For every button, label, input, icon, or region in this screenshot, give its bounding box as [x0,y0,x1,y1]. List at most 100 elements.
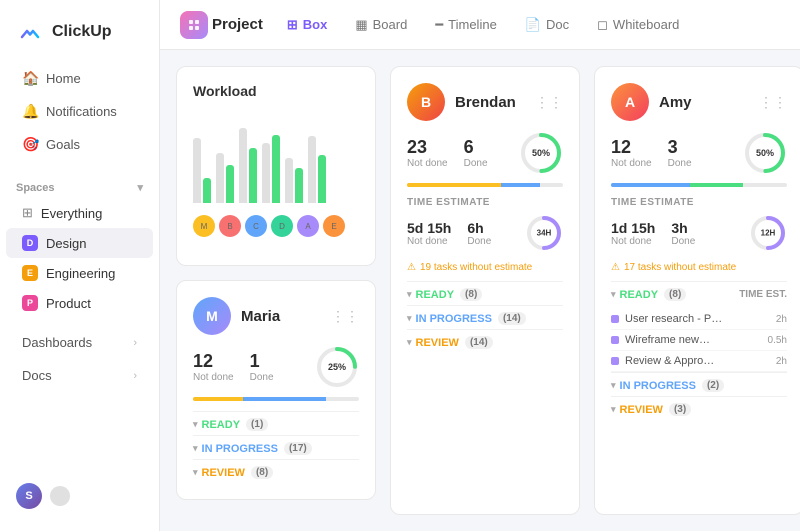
time-ring-label: 34H [537,229,552,238]
tab-box[interactable]: ⊞ Box [275,11,339,39]
ready-count: (1) [246,418,268,431]
content-area: Workload [160,50,800,531]
expand-icon[interactable]: ⋮⋮ [331,308,359,325]
maria-review-section[interactable]: ▾ REVIEW (8) [193,459,359,483]
sidebar-item-label: Notifications [46,104,117,119]
bar-group-3 [239,128,257,203]
sidebar-item-everything[interactable]: ⊞ Everything [6,198,153,228]
bottom-nav: Dashboards › Docs › [0,326,159,392]
review-count: (3) [669,403,691,416]
spaces-header: Spaces ▾ [0,171,159,198]
everything-label: Everything [41,206,102,221]
warning-icon: ⚠ [611,262,620,273]
goals-icon: 🎯 [22,136,38,153]
project-title: Project [212,16,263,33]
sidebar-item-design[interactable]: D Design [6,228,153,258]
avatar: B [219,215,241,237]
brendan-progress-bar [407,183,563,187]
not-done-label: Not done [611,158,652,169]
ready-label: READY [620,289,659,301]
maria-inprogress-section[interactable]: ▾ IN PROGRESS (17) [193,435,359,459]
expand-icon[interactable]: ⋮⋮ [759,94,787,111]
sidebar-item-product[interactable]: P Product [6,288,153,318]
bar-group-2 [216,153,234,203]
inprogress-count: (14) [498,312,526,325]
sidebar-item-home[interactable]: 🏠 Home [6,62,153,95]
bar-gray [239,128,247,203]
maria-progress-ring: 25% [315,345,359,389]
amy-review-section[interactable]: ▾ REVIEW (3) [611,396,787,420]
bar-green [272,135,280,203]
not-done-stat: 12 Not done [611,137,652,169]
maria-ready-section[interactable]: ▾ READY (1) [193,411,359,435]
amy-header: A Amy ⋮⋮ [611,83,787,121]
ring-percent: 50% [532,148,550,158]
done-label: Done [668,158,692,169]
brendan-card: B Brendan ⋮⋮ 23 Not done 6 Done [390,66,580,515]
amy-progress-bar [611,183,787,187]
tab-whiteboard[interactable]: ◻ Whiteboard [585,11,691,39]
brendan-warning[interactable]: ⚠ 19 tasks without estimate [407,262,563,273]
brendan-avatar: B [407,83,445,121]
chevron-down-icon: ▾ [611,289,616,300]
time-val: 3h [671,220,695,236]
clickup-logo-icon [16,18,44,46]
pb-blue [243,397,326,401]
avatar: E [323,215,345,237]
brendan-ready-section[interactable]: ▾ READY (8) [407,281,563,305]
docs-label: Docs [22,368,52,383]
time-ring: 12H [749,214,787,252]
chevron-down-icon[interactable]: ▾ [137,181,143,194]
review-label: REVIEW [202,467,245,479]
warning-text: 17 tasks without estimate [624,262,736,273]
not-done-stat: 23 Not done [407,137,448,169]
bar-green [295,168,303,203]
ready-count: (8) [664,288,686,301]
workload-avatars: M B C D A E [193,215,359,237]
bar-group-1 [193,138,211,203]
bar-group-6 [308,136,326,203]
time-val: 1d 15h [611,220,655,236]
doc-icon: 📄 [525,17,541,33]
sidebar-item-dashboards[interactable]: Dashboards › [6,326,153,359]
task-item[interactable]: Review & Appro… 2h [611,351,787,372]
sidebar-item-goals[interactable]: 🎯 Goals [6,128,153,161]
time-done: 6h Done [467,220,491,247]
task-time: 2h [776,314,787,325]
inprogress-count: (17) [284,442,312,455]
pb-green [690,183,743,187]
task-name: Wireframe new… [625,334,762,346]
chevron-down-icon: ▾ [407,337,412,348]
not-done-num: 23 [407,137,448,158]
task-item[interactable]: User research - P… 2h [611,309,787,330]
home-icon: 🏠 [22,70,38,87]
bar-gray [285,158,293,203]
time-estimate-label: TIME ESTIMATE [407,197,563,208]
amy-inprogress-section[interactable]: ▾ IN PROGRESS (2) [611,372,787,396]
amy-warning[interactable]: ⚠ 17 tasks without estimate [611,262,787,273]
expand-icon[interactable]: ⋮⋮ [535,94,563,111]
review-label: REVIEW [620,404,663,416]
left-column: Workload [176,66,376,515]
amy-ready-section[interactable]: ▾ READY (8) TIME EST. [611,281,787,305]
time-est-col-header: TIME EST. [739,289,787,300]
done-num: 6 [464,137,488,158]
sidebar-item-engineering[interactable]: E Engineering [6,258,153,288]
chevron-down-icon: ▾ [407,313,412,324]
pb-blue [611,183,690,187]
tab-board[interactable]: ▦ Board [343,11,419,39]
ring-percent: 25% [328,362,346,372]
task-item[interactable]: Wireframe new… 0.5h [611,330,787,351]
tab-doc[interactable]: 📄 Doc [513,11,581,39]
maria-header: M Maria ⋮⋮ [193,297,359,335]
brendan-inprogress-section[interactable]: ▾ IN PROGRESS (14) [407,305,563,329]
grid-icon: ⊞ [22,205,33,221]
user-area[interactable]: S [0,473,159,519]
time-label: Done [671,236,695,247]
sidebar-item-notifications[interactable]: 🔔 Notifications [6,95,153,128]
sidebar-item-docs[interactable]: Docs › [6,359,153,392]
avatar: D [271,215,293,237]
tab-timeline[interactable]: ━ Timeline [423,11,508,39]
ready-label: READY [416,289,455,301]
brendan-review-section[interactable]: ▾ REVIEW (14) [407,329,563,353]
